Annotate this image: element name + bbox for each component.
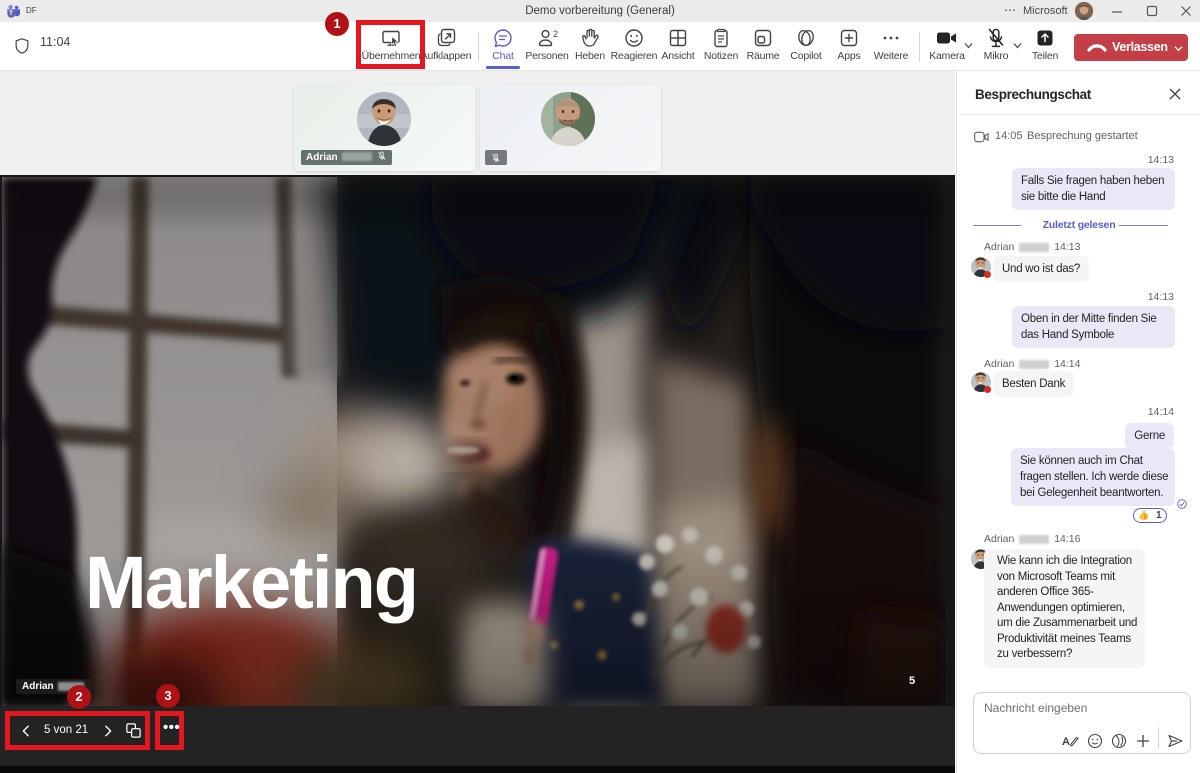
svg-text:2: 2 — [553, 29, 558, 39]
svg-text:T: T — [9, 10, 13, 17]
svg-text:A: A — [1062, 736, 1070, 748]
